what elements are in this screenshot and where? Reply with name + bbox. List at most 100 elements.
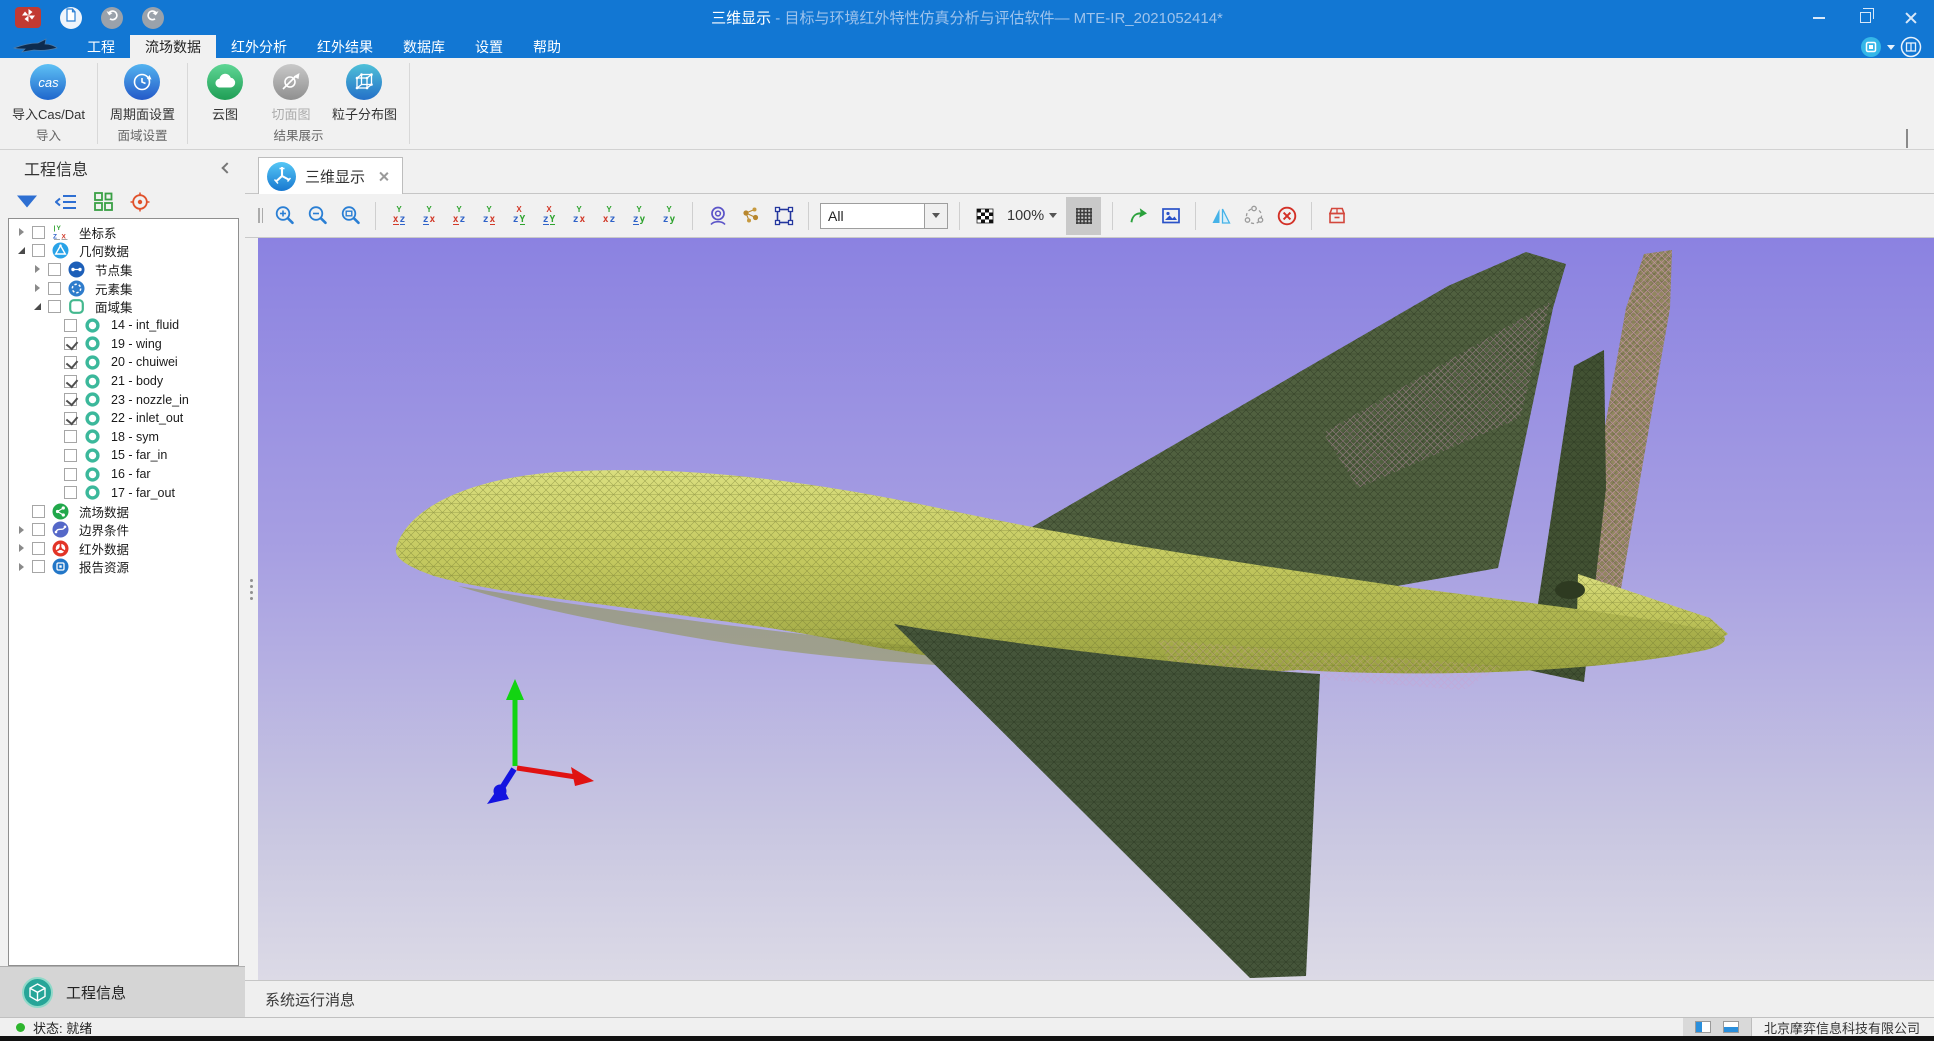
selection-box-icon[interactable] (770, 202, 797, 229)
collapse-ribbon-button[interactable] (1906, 131, 1916, 141)
mirror-icon[interactable] (1207, 202, 1234, 229)
menu-item-设置[interactable]: 设置 (460, 35, 518, 58)
undo-button[interactable] (101, 7, 123, 29)
tab-3d-display[interactable]: 三维显示 (258, 157, 403, 194)
grid-green-icon[interactable] (94, 192, 113, 211)
particles-icon[interactable] (737, 202, 764, 229)
view-orientation-button-9[interactable]: Yzy (627, 203, 651, 229)
locate-icon[interactable] (130, 192, 150, 212)
tree-item-15 - far_in[interactable]: 15 - far_in (9, 446, 238, 465)
zoom-in-icon[interactable] (271, 202, 298, 229)
tree-checkbox[interactable] (32, 505, 45, 518)
tree-item-21 - body[interactable]: 21 - body (9, 372, 238, 391)
help-panel-button[interactable] (1900, 36, 1922, 58)
expander-icon[interactable] (15, 228, 28, 236)
restore-button[interactable] (1842, 0, 1888, 35)
tree-checkbox[interactable] (64, 468, 77, 481)
tree-checkbox[interactable] (64, 412, 77, 425)
close-button[interactable] (1888, 0, 1934, 35)
menu-item-帮助[interactable]: 帮助 (518, 35, 576, 58)
run-panel-button[interactable] (1860, 36, 1882, 58)
tree-item-14 - int_fluid[interactable]: 14 - int_fluid (9, 316, 238, 335)
tree-checkbox[interactable] (64, 449, 77, 462)
app-menu-button[interactable] (15, 7, 41, 28)
tree-item-流场数据[interactable]: 流场数据 (9, 502, 238, 521)
ribbon-button-粒子分布图[interactable]: 粒子分布图 (324, 64, 405, 123)
tree-item-面域集[interactable]: 面域集 (9, 297, 238, 316)
tree-item-边界条件[interactable]: 边界条件 (9, 521, 238, 540)
expander-icon[interactable] (31, 284, 44, 292)
delete-icon[interactable] (1273, 202, 1300, 229)
view-orientation-button-8[interactable]: Yxz (597, 203, 621, 229)
tree-item-16 - far[interactable]: 16 - far (9, 465, 238, 484)
tree-item-几何数据[interactable]: 几何数据 (9, 242, 238, 261)
ribbon-button-云图[interactable]: 云图 (192, 64, 258, 123)
menu-item-流场数据[interactable]: 流场数据 (130, 35, 216, 58)
toolbar-drag-handle[interactable] (258, 208, 263, 223)
view-orientation-button-5[interactable]: XzY (507, 203, 531, 229)
expander-icon[interactable] (15, 544, 28, 552)
expander-icon[interactable] (31, 265, 44, 273)
view-orientation-button-3[interactable]: Yxz (447, 203, 471, 229)
tree-checkbox[interactable] (32, 523, 45, 536)
tree-checkbox[interactable] (64, 430, 77, 443)
tree-checkbox[interactable] (32, 244, 45, 257)
tree-item-坐标系[interactable]: YZX坐标系 (9, 223, 238, 242)
tree-item-19 - wing[interactable]: 19 - wing (9, 335, 238, 354)
ribbon-button-导入Cas/Dat[interactable]: cas导入Cas/Dat (4, 64, 93, 123)
menu-item-数据库[interactable]: 数据库 (388, 35, 460, 58)
tree-checkbox[interactable] (48, 282, 61, 295)
expander-icon[interactable] (15, 563, 28, 571)
tree-checkbox[interactable] (64, 486, 77, 499)
tab-close-icon[interactable] (378, 171, 389, 182)
tree-checkbox[interactable] (32, 560, 45, 573)
tree-checkbox[interactable] (64, 393, 77, 406)
tree-checkbox[interactable] (32, 542, 45, 555)
tree-checkbox[interactable] (64, 319, 77, 332)
tree-checkbox[interactable] (48, 300, 61, 313)
zoom-level-dropdown[interactable]: 100% (1004, 208, 1060, 224)
grid-icon[interactable] (1066, 197, 1101, 235)
view-orientation-button-7[interactable]: Yzx (567, 203, 591, 229)
minimize-button[interactable] (1796, 0, 1842, 35)
view-orientation-button-10[interactable]: Yzy (657, 203, 681, 229)
tree-checkbox[interactable] (64, 337, 77, 350)
menu-item-红外分析[interactable]: 红外分析 (216, 35, 302, 58)
view-orientation-button-2[interactable]: Yzx (417, 203, 441, 229)
tree-item-17 - far_out[interactable]: 17 - far_out (9, 483, 238, 502)
tree-item-23 - nozzle_in[interactable]: 23 - nozzle_in (9, 390, 238, 409)
toggle-bottom-panel-icon[interactable] (1723, 1021, 1739, 1033)
tree-item-元素集[interactable]: 元素集 (9, 279, 238, 298)
tree-item-20 - chuiwei[interactable]: 20 - chuiwei (9, 353, 238, 372)
collapse-panel-button chevron-left-icon[interactable] (221, 162, 232, 173)
chevron-down-icon[interactable] (1887, 45, 1895, 50)
expander-icon[interactable] (15, 526, 28, 534)
view-orientation-button-6[interactable]: XzY (537, 203, 561, 229)
3d-viewport[interactable] (258, 238, 1934, 980)
tree-item-报告资源[interactable]: 报告资源 (9, 558, 238, 577)
expander-icon[interactable] (15, 247, 28, 254)
tree-item-22 - inlet_out[interactable]: 22 - inlet_out (9, 409, 238, 428)
tree-checkbox[interactable] (64, 375, 77, 388)
combobox-dropdown-button[interactable] (924, 204, 947, 228)
tree-item-红外数据[interactable]: 红外数据 (9, 539, 238, 558)
list-filter-icon[interactable] (55, 193, 77, 211)
tree-item-18 - sym[interactable]: 18 - sym (9, 428, 238, 447)
ribbon-button-周期面设置[interactable]: 周期面设置 (102, 64, 183, 123)
transparency-icon[interactable] (971, 202, 998, 229)
view-orientation-button-4[interactable]: Yzx (477, 203, 501, 229)
toggle-left-panel-icon[interactable] (1695, 1021, 1711, 1033)
camera-view-icon[interactable] (704, 202, 731, 229)
expander-icon[interactable] (31, 303, 44, 310)
panel-splitter-handle[interactable] (248, 579, 254, 600)
archive-box-icon[interactable] (1323, 202, 1350, 229)
new-document-button[interactable] (60, 7, 82, 29)
view-orientation-button-1[interactable]: Yxz (387, 203, 411, 229)
menu-item-工程[interactable]: 工程 (72, 35, 130, 58)
snapshot-icon[interactable] (1157, 202, 1184, 229)
tree-checkbox[interactable] (48, 263, 61, 276)
tree-item-节点集[interactable]: 节点集 (9, 260, 238, 279)
zoom-fit-icon[interactable] (337, 202, 364, 229)
tree-checkbox[interactable] (64, 356, 77, 369)
redo-button[interactable] (142, 7, 164, 29)
